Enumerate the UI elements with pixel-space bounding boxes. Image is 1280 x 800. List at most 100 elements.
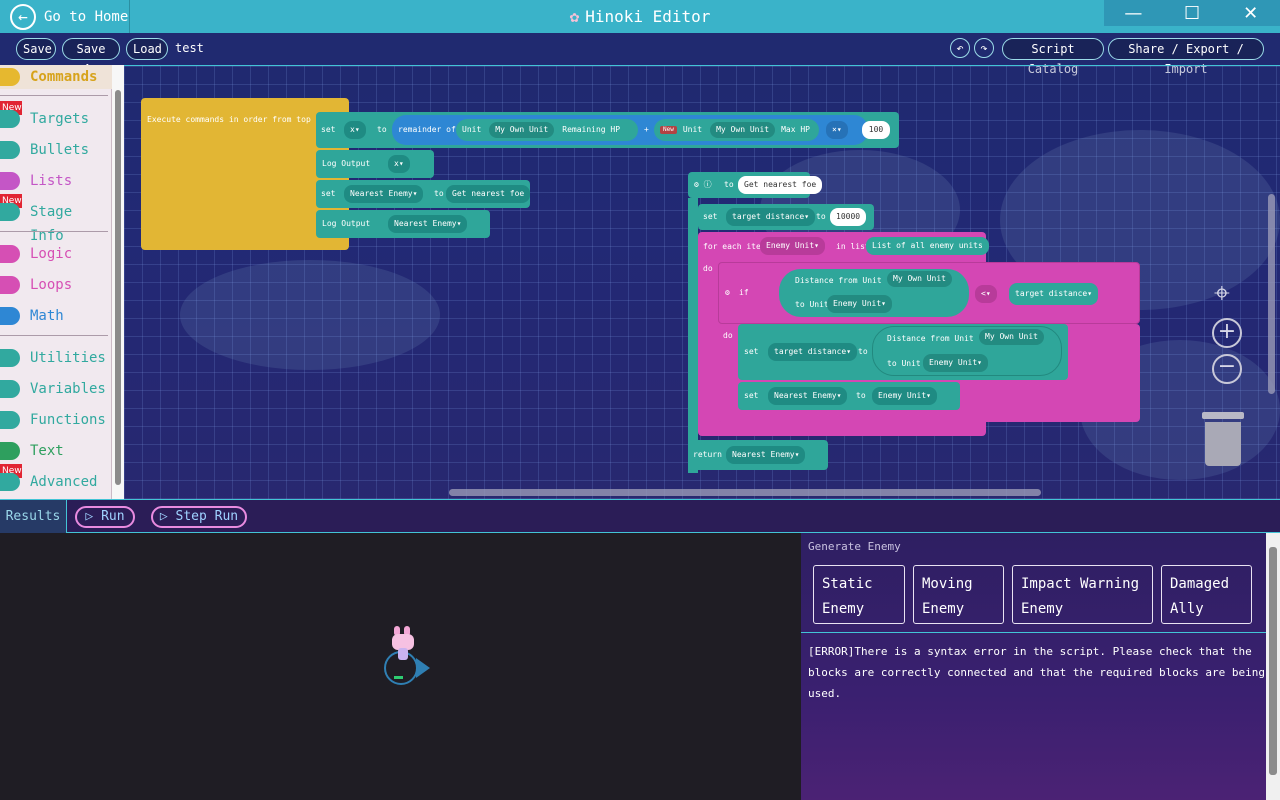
panel-scroll-thumb[interactable]: [1269, 547, 1277, 775]
set-target-distance-inner-block[interactable]: set target distance to Distance from Uni…: [738, 324, 1068, 380]
category-lists[interactable]: Lists: [0, 169, 112, 193]
new-tag: New: [660, 126, 677, 134]
button-line: Static: [822, 576, 873, 592]
redo-icon[interactable]: ↷: [974, 38, 994, 58]
variable-dropdown-target-distance[interactable]: target distance: [768, 343, 858, 361]
variable-dropdown-target-distance[interactable]: target distance: [726, 208, 816, 226]
vertical-scrollbar[interactable]: [1268, 194, 1275, 394]
undo-icon[interactable]: ↶: [950, 38, 970, 58]
zoom-out-icon[interactable]: −: [1212, 354, 1242, 384]
number-input-100[interactable]: 100: [862, 121, 890, 139]
unit-remaining-hp-block[interactable]: Unit My Own Unit Remaining HP: [456, 119, 638, 141]
variable-target-distance[interactable]: target distance: [1009, 283, 1099, 305]
go-to-home-button[interactable]: ← Go to Home: [0, 0, 130, 33]
player-character-sprite: [392, 626, 414, 662]
moving-enemy-button[interactable]: Moving Enemy: [913, 565, 1004, 624]
distance-from-unit-block[interactable]: Distance from Unit My Own Unit to Unit E…: [872, 326, 1062, 376]
share-export-import-button[interactable]: Share / Export / Import: [1108, 38, 1264, 76]
variable-dropdown-enemy-unit[interactable]: Enemy Unit: [827, 295, 892, 313]
recenter-icon[interactable]: ⌖: [1214, 276, 1230, 310]
category-label: Math: [30, 308, 64, 324]
category-text[interactable]: Text: [0, 439, 112, 463]
trash-icon[interactable]: [1202, 412, 1244, 466]
category-variables[interactable]: Variables: [0, 377, 112, 401]
distance-from-unit-block[interactable]: Distance from Unit My Own Unit to Unit E…: [779, 269, 969, 317]
function-definition-head[interactable]: ⚙ ⓘ to Get nearest foe: [688, 172, 823, 198]
sidebar-scroll-thumb[interactable]: [115, 90, 121, 485]
set-label: set: [744, 347, 759, 356]
category-math[interactable]: Math: [0, 304, 112, 328]
button-line: Damaged: [1170, 576, 1230, 592]
remainder-block[interactable]: remainder of Unit My Own Unit Remaining …: [392, 115, 890, 145]
damaged-ally-button[interactable]: Damaged Ally: [1161, 565, 1252, 624]
sidebar-scrollbar[interactable]: [112, 65, 124, 499]
to-unit-label: to Unit: [887, 359, 921, 368]
multiply-operator-dropdown[interactable]: ×: [826, 121, 848, 139]
set-target-distance-block[interactable]: set target distance to 10000: [698, 204, 874, 230]
category-utilities[interactable]: Utilities: [0, 346, 112, 370]
my-own-unit-pill[interactable]: My Own Unit: [887, 271, 952, 287]
distance-from-unit-label: Distance from Unit: [795, 276, 882, 285]
generate-enemy-panel: Generate Enemy Static Enemy Moving Enemy…: [801, 533, 1280, 800]
category-commands[interactable]: Commands: [0, 65, 112, 89]
number-input-10000[interactable]: 10000: [830, 208, 867, 226]
divider: [801, 632, 1266, 633]
my-own-unit-pill[interactable]: My Own Unit: [979, 329, 1044, 345]
return-block[interactable]: return Nearest Enemy: [688, 440, 828, 470]
load-button[interactable]: Load: [126, 38, 168, 60]
variable-dropdown-nearest-enemy[interactable]: Nearest Enemy: [726, 446, 806, 464]
set-x-block[interactable]: set x to remainder of Unit My Own Unit R…: [316, 112, 899, 148]
log-output-label: Log Output: [322, 219, 371, 228]
category-targets[interactable]: Targets: [0, 107, 112, 131]
category-label: Functions: [30, 412, 106, 428]
step-run-button[interactable]: ▷ Step Run: [151, 506, 247, 528]
set-nearest-enemy-block[interactable]: set Nearest Enemy to Get nearest foe: [316, 180, 531, 208]
log-output-x-block[interactable]: Log Output x: [316, 150, 434, 178]
variable-dropdown-nearest-enemy[interactable]: Nearest Enemy: [388, 215, 468, 233]
function-name-input[interactable]: Get nearest foe: [738, 176, 823, 194]
zoom-in-icon[interactable]: +: [1212, 318, 1242, 348]
category-functions[interactable]: Functions: [0, 408, 112, 432]
compare-operator-dropdown[interactable]: <: [975, 285, 997, 303]
if-block[interactable]: ⚙ if Distance from Unit My Own Unit to U…: [718, 262, 1140, 324]
variable-dropdown-x[interactable]: x: [344, 121, 366, 139]
variable-dropdown-enemy-unit[interactable]: Enemy Unit: [923, 354, 988, 372]
variable-dropdown-enemy-unit[interactable]: Enemy Unit: [872, 387, 937, 405]
run-button[interactable]: ▷ Run: [75, 506, 135, 528]
log-output-nearest-enemy-block[interactable]: Log Output Nearest Enemy: [316, 210, 490, 238]
my-own-unit-pill[interactable]: My Own Unit: [710, 122, 776, 138]
title-bar: ← Go to Home ✿ Hinoki Editor — ☐ ✕: [0, 0, 1280, 33]
set-nearest-enemy-inner-block[interactable]: set Nearest Enemy to Enemy Unit: [738, 382, 960, 410]
save-as-button[interactable]: Save As: [62, 38, 120, 76]
results-tab[interactable]: Results: [0, 500, 67, 533]
panel-scrollbar[interactable]: [1266, 533, 1280, 800]
horizontal-scrollbar[interactable]: [449, 489, 1041, 496]
get-nearest-foe-call[interactable]: Get nearest foe: [446, 185, 531, 203]
variable-dropdown-nearest-enemy[interactable]: Nearest Enemy: [768, 387, 848, 405]
category-advanced[interactable]: Advanced: [0, 470, 112, 494]
maximize-button[interactable]: ☐: [1163, 0, 1222, 26]
category-label: Variables: [30, 381, 106, 397]
results-bar: Results ▷ Run ▷ Step Run: [0, 499, 1280, 533]
my-own-unit-pill[interactable]: My Own Unit: [489, 122, 555, 138]
save-button[interactable]: Save: [16, 38, 56, 60]
category-loops[interactable]: Loops: [0, 273, 112, 297]
set-label: set: [703, 212, 718, 221]
impact-warning-enemy-button[interactable]: Impact Warning Enemy: [1012, 565, 1153, 624]
static-enemy-button[interactable]: Static Enemy: [813, 565, 905, 624]
block-workspace[interactable]: Execute commands in order from top set x…: [124, 65, 1280, 499]
variable-dropdown-x[interactable]: x: [388, 155, 410, 173]
minimize-button[interactable]: —: [1104, 0, 1163, 26]
variable-dropdown-nearest-enemy[interactable]: Nearest Enemy: [344, 185, 424, 203]
close-button[interactable]: ✕: [1221, 0, 1280, 26]
script-catalog-button[interactable]: Script Catalog: [1002, 38, 1104, 76]
back-arrow-icon: ←: [10, 3, 36, 30]
category-logic[interactable]: Logic: [0, 242, 112, 266]
unit-max-hp-block[interactable]: New Unit My Own Unit Max HP: [654, 119, 819, 141]
variable-dropdown-enemy-unit[interactable]: Enemy Unit: [760, 237, 825, 255]
gear-icon: ⚙ ⓘ: [694, 180, 712, 189]
all-enemy-units-block[interactable]: List of all enemy units: [866, 237, 989, 255]
category-stage-info[interactable]: Stage Info: [0, 200, 112, 244]
category-bullets[interactable]: Bullets: [0, 138, 112, 162]
if-settings-icon[interactable]: ⚙: [725, 289, 730, 297]
